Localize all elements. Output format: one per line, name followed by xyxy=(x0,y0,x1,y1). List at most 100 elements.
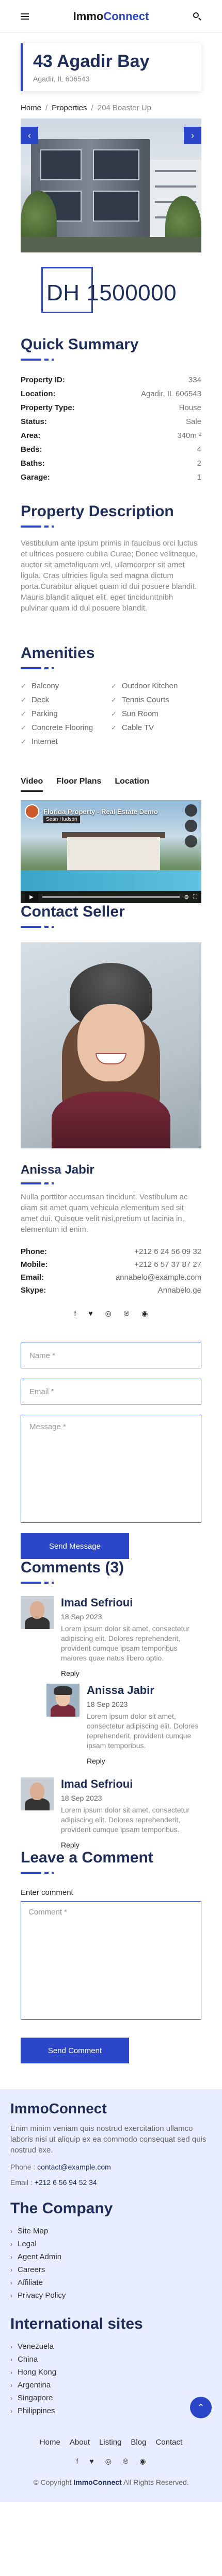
footer-phone: Phone : contact@example.com xyxy=(10,2163,111,2171)
logo-accent: Connect xyxy=(103,9,149,23)
play-icon[interactable]: ▶ xyxy=(25,892,38,902)
property-video[interactable]: Florida Property - Real Estate Demo Sean… xyxy=(21,800,201,903)
comment-item: Imad Sefrioui 18 Sep 2023 Lorem ipsum do… xyxy=(21,1596,201,1677)
footer-logo[interactable]: ImmoConnect xyxy=(10,2100,212,2117)
footer-nav-listing[interactable]: Listing xyxy=(99,2438,121,2447)
footer-nav: Home About Listing Blog Contact xyxy=(10,2438,212,2447)
tab-location[interactable]: Location xyxy=(115,777,149,792)
reply-link[interactable]: Reply xyxy=(61,1841,201,1849)
message-input[interactable] xyxy=(21,1415,201,1523)
tab-video[interactable]: Video xyxy=(21,777,43,792)
footer-link[interactable]: › Legal xyxy=(10,2238,212,2250)
footer-link[interactable]: › Site Map xyxy=(10,2225,212,2238)
watch-later-icon[interactable] xyxy=(185,820,197,832)
description-title: Property Description xyxy=(21,503,174,520)
footer-nav-blog[interactable]: Blog xyxy=(131,2438,146,2447)
pinterest-icon[interactable]: ℗ xyxy=(123,2457,128,2466)
send-comment-button[interactable]: Send Comment xyxy=(21,2038,129,2063)
section-underline xyxy=(21,1582,201,1584)
amenities-list: ✓ Balcony ✓ Outdoor Kitchen ✓ Deck ✓ Tennis … xyxy=(21,682,201,746)
check-icon: ✓ xyxy=(111,709,117,718)
gallery-prev-icon[interactable]: ‹ xyxy=(21,127,38,144)
breadcrumb-home[interactable]: Home xyxy=(21,104,41,112)
breadcrumb-current: 204 Boaster Up xyxy=(97,104,151,112)
heart-icon[interactable]: ♥ xyxy=(88,1309,92,1318)
comment-text: Lorem ipsum dolor sit amet, consectetur … xyxy=(61,1624,189,1662)
summary-row: Property ID: 334 xyxy=(21,376,201,384)
amenity-item: ✓ Tennis Courts xyxy=(111,696,169,704)
intl-links: › Venezuela › China › Hong Kong › Argentina … xyxy=(10,2340,212,2418)
footer-link[interactable]: › Agent Admin xyxy=(10,2250,212,2263)
contact-seller-title: Contact Seller xyxy=(21,903,125,920)
instagram-icon[interactable]: ◎ xyxy=(105,2457,112,2466)
check-icon: ✓ xyxy=(111,696,117,704)
footer-link[interactable]: › Venezuela xyxy=(10,2340,212,2353)
pinterest-icon[interactable]: ℗ xyxy=(124,1309,129,1318)
site-logo[interactable]: ImmoConnect xyxy=(73,10,149,23)
footer-link[interactable]: › China xyxy=(10,2353,212,2366)
price-currency: DH xyxy=(46,280,80,306)
price-amount: 1500000 xyxy=(86,280,177,306)
fullscreen-icon[interactable]: ⛶ xyxy=(193,894,197,901)
menu-icon[interactable] xyxy=(21,13,29,20)
check-icon: ✓ xyxy=(21,682,26,690)
footer-nav-about[interactable]: About xyxy=(70,2438,90,2447)
agent-info-row[interactable]: Email: annabelo@example.com xyxy=(21,1271,201,1284)
dribbble-icon[interactable]: ◉ xyxy=(139,2457,146,2466)
summary-row: Property Type: House xyxy=(21,403,201,412)
comment-input[interactable] xyxy=(21,1901,201,2020)
settings-icon[interactable]: ⚙ xyxy=(184,894,189,901)
summary-row: Location: Agadir, IL 606543 xyxy=(21,389,201,398)
reply-link[interactable]: Reply xyxy=(61,1669,201,1677)
footer-link[interactable]: › Privacy Policy xyxy=(10,2289,212,2302)
video-controls: ▶ ⚙ ⛶ xyxy=(21,891,201,903)
heart-icon[interactable]: ♥ xyxy=(89,2457,93,2466)
agent-name: Anissa Jabir xyxy=(21,1163,94,1177)
footer-link[interactable]: › Careers xyxy=(10,2263,212,2276)
back-to-top-icon[interactable]: ⌃ xyxy=(190,2397,212,2418)
summary-row: Baths: 2 xyxy=(21,459,201,468)
channel-avatar xyxy=(25,804,39,819)
send-message-button[interactable]: Send Message xyxy=(21,1533,129,1559)
breadcrumb-properties[interactable]: Properties xyxy=(52,104,87,112)
tab-floor-plans[interactable]: Floor Plans xyxy=(56,777,101,792)
chevron-right-icon: › xyxy=(10,2355,12,2363)
check-icon: ✓ xyxy=(111,723,117,732)
footer-link[interactable]: › Argentina xyxy=(10,2379,212,2392)
chevron-right-icon: › xyxy=(10,2227,12,2235)
video-progress-bar[interactable] xyxy=(42,896,180,898)
footer-link[interactable]: › Singapore xyxy=(10,2392,212,2404)
email-input[interactable] xyxy=(21,1379,201,1404)
name-input[interactable] xyxy=(21,1343,201,1368)
instagram-icon[interactable]: ◎ xyxy=(105,1309,112,1318)
company-links: › Site Map › Legal › Agent Admin › Careers ›… xyxy=(10,2225,212,2302)
comment-text: Lorem ipsum dolor sit amet, consectetur … xyxy=(87,1712,199,1750)
section-underline xyxy=(21,1872,201,1874)
contact-form: Send Message xyxy=(21,1343,201,1559)
share-icon[interactable] xyxy=(185,835,197,848)
facebook-icon[interactable]: f xyxy=(76,2457,78,2466)
agent-photo xyxy=(21,942,201,1148)
footer-link[interactable]: › Affiliate xyxy=(10,2276,212,2289)
property-price: DH 1500000 xyxy=(21,267,201,313)
footer-link[interactable]: › Philippines xyxy=(10,2404,212,2417)
footer-link[interactable]: › Hong Kong xyxy=(10,2366,212,2379)
search-icon[interactable] xyxy=(193,12,201,21)
chevron-right-icon: › xyxy=(10,2266,12,2274)
comment-form xyxy=(21,1901,201,2021)
comment-label: Enter comment xyxy=(21,1888,73,1897)
amenity-item: ✓ Concrete Flooring xyxy=(21,723,93,732)
avatar xyxy=(21,1777,54,1810)
dribbble-icon[interactable]: ◉ xyxy=(141,1309,148,1318)
chevron-right-icon: › xyxy=(10,2394,12,2402)
footer-nav-contact[interactable]: Contact xyxy=(155,2438,182,2447)
reply-link[interactable]: Reply xyxy=(87,1757,201,1765)
property-gallery[interactable]: ‹ › xyxy=(21,118,201,252)
like-icon[interactable] xyxy=(185,804,197,817)
summary-row: Garage: 1 xyxy=(21,473,201,482)
comment-author: Anissa Jabir xyxy=(87,1684,154,1697)
facebook-icon[interactable]: f xyxy=(74,1309,76,1318)
footer-nav-home[interactable]: Home xyxy=(40,2438,60,2447)
comment-item: Anissa Jabir 18 Sep 2023 Lorem ipsum dol… xyxy=(46,1684,201,1765)
gallery-next-icon[interactable]: › xyxy=(184,127,201,144)
